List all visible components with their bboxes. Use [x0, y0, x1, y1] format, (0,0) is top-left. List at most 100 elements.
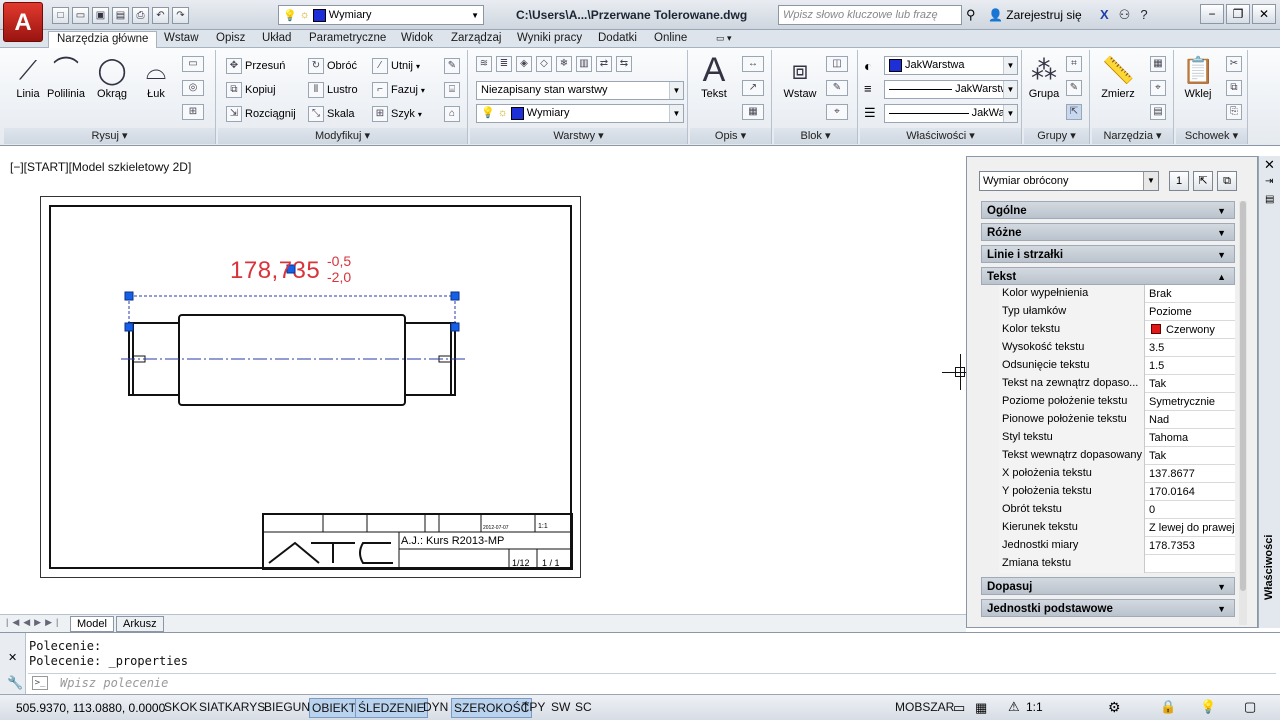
property-row[interactable]: Tekst na zewnątrz dopaso... Tak [999, 375, 1235, 393]
property-row[interactable]: Typ ułamków Poziome [999, 303, 1235, 321]
clean-screen-icon[interactable]: ▢ [1244, 699, 1256, 715]
property-value[interactable]: 3.5 [1147, 339, 1235, 357]
close-button[interactable]: ✕ [1252, 4, 1276, 24]
property-row[interactable]: X położenia tekstu 137.8677 [999, 465, 1235, 483]
application-menu-button[interactable]: A [3, 2, 43, 42]
property-row[interactable]: Kierunek tekstu Z lewej do prawej [999, 519, 1235, 537]
property-value[interactable]: Z lewej do prawej [1147, 519, 1235, 537]
binoculars-icon[interactable]: ⚲ [966, 7, 976, 23]
layer-lock-icon[interactable]: ▥ [576, 56, 592, 72]
status-toggle-siatkarys[interactable]: SIATKARYS [197, 698, 267, 718]
status-toggle-skok[interactable]: SKOK [162, 698, 199, 718]
redo-icon[interactable]: ↷ [172, 6, 189, 24]
property-row[interactable]: Zmiana tekstu [999, 555, 1235, 573]
undo-icon[interactable]: ↶ [152, 6, 169, 24]
pin-icon[interactable]: ⇥ [1265, 176, 1273, 187]
status-toggle-biegun[interactable]: BIEGUN [262, 698, 312, 718]
dimension-icon[interactable]: ↔ [742, 56, 764, 72]
trim-button[interactable]: ⁄ Utnij ▾ [372, 56, 420, 76]
copy-clip-icon[interactable]: ⧉ [1226, 80, 1242, 96]
print-icon[interactable]: ⎙ [132, 6, 149, 24]
tab-layout-sheet[interactable]: Arkusz [116, 616, 164, 632]
cut-icon[interactable]: ✂ [1226, 56, 1242, 72]
palette-menu-icon[interactable]: ▤ [1265, 194, 1274, 205]
dimension-text[interactable]: 178,735 [230, 257, 320, 285]
panel-modify-title[interactable]: Modyfikuj ▾ [218, 128, 467, 144]
property-value[interactable]: Czerwony [1147, 321, 1235, 339]
property-value[interactable]: 1.5 [1147, 357, 1235, 375]
layer-state-icon[interactable]: ≣ [496, 56, 512, 72]
tab-layout[interactable]: Układ [262, 31, 291, 48]
panel-block-title[interactable]: Blok ▾ [774, 128, 857, 144]
panel-annotate-title[interactable]: Opis ▾ [690, 128, 771, 144]
property-value[interactable]: Nad [1147, 411, 1235, 429]
quick-layer-combo[interactable]: 💡 ☼ Wymiary ▼ [278, 5, 484, 25]
tab-home[interactable]: Narzędzia główne [48, 31, 158, 48]
property-value[interactable]: 137.8677 [1147, 465, 1235, 483]
exchange-icon[interactable]: X [1100, 7, 1109, 23]
layer-match-icon[interactable]: ⇄ [596, 56, 612, 72]
tab-output[interactable]: Wyniki pracy [517, 31, 582, 48]
array-button[interactable]: ⊞ Szyk ▾ [372, 104, 422, 124]
quick-view-icon[interactable]: ▭ [953, 700, 965, 716]
erase-icon[interactable]: ✎ [444, 58, 460, 74]
calculator-icon[interactable]: ▤ [1150, 104, 1166, 120]
property-value[interactable]: Tak [1147, 375, 1235, 393]
ribbon-options-icon[interactable]: ▭ ▾ [716, 31, 732, 48]
mirror-button[interactable]: ⫴ Lustro [308, 80, 358, 100]
search-input[interactable]: Wpisz słowo kluczowe lub frazę [778, 5, 962, 25]
property-value[interactable]: 0 [1147, 501, 1235, 519]
property-row[interactable]: Tekst wewnątrz dopasowany Tak [999, 447, 1235, 465]
property-row[interactable]: Odsunięcie tekstu 1.5 [999, 357, 1235, 375]
workspace-icon[interactable]: ⚙ [1108, 699, 1121, 716]
group-edit-icon[interactable]: ✎ [1066, 80, 1082, 96]
tab-nav-arrows[interactable]: |◀◀▶▶| [6, 617, 62, 628]
table-icon[interactable]: ▦ [742, 104, 764, 120]
property-row[interactable]: Y położenia tekstu 170.0164 [999, 483, 1235, 501]
property-row[interactable]: Kolor wypełnienia Brak [999, 285, 1235, 303]
match-properties-icon[interactable]: ◐ [864, 58, 872, 74]
paste-button[interactable]: 📋 Wklej [1176, 54, 1220, 100]
tab-view[interactable]: Widok [401, 31, 433, 48]
panel-properties-title[interactable]: Właściwości ▾ [860, 128, 1021, 144]
rectangle-icon[interactable]: ▭ [182, 56, 204, 72]
help-icon[interactable]: ? [1140, 7, 1147, 23]
toggle-pickadd-button[interactable]: 1 [1169, 171, 1189, 191]
tab-insert[interactable]: Wstaw [164, 31, 199, 48]
move-button[interactable]: ✥ Przesuń [226, 56, 285, 76]
layer-walk-icon[interactable]: ⇆ [616, 56, 632, 72]
panel-clipboard-title[interactable]: Schowek ▾ [1176, 128, 1247, 144]
tab-online[interactable]: Online [654, 31, 687, 48]
id-point-icon[interactable]: ⌖ [1150, 80, 1166, 96]
property-row[interactable]: Jednostki miary 178.7353 [999, 537, 1235, 555]
property-value[interactable] [1147, 555, 1235, 573]
polyline-button[interactable]: ⌒ Polilinia [44, 54, 88, 100]
command-input[interactable]: >_ Wpisz polecenie [28, 673, 1276, 693]
layer-state-combo[interactable]: Niezapisany stan warstwy ▼ [476, 81, 684, 100]
property-value[interactable]: Poziome [1147, 303, 1235, 321]
property-row[interactable]: Kolor tekstu Czerwony [999, 321, 1235, 339]
property-value[interactable]: Symetrycznie [1147, 393, 1235, 411]
status-toggle-sw[interactable]: SW [549, 698, 572, 718]
rotate-button[interactable]: ↻ Obróć [308, 56, 357, 76]
offset-icon[interactable]: ⌂ [444, 106, 460, 122]
scrollbar-thumb[interactable] [1240, 201, 1246, 591]
new-icon[interactable]: □ [52, 6, 69, 24]
maximize-button[interactable]: ❐ [1226, 4, 1250, 24]
category-general[interactable]: Ogólne ▼ [981, 201, 1235, 219]
sign-in-link[interactable]: 👤 Zarejestruj się [988, 8, 1082, 22]
copy-button[interactable]: ⧉ Kopiuj [226, 80, 276, 100]
close-icon[interactable]: ✕ [8, 651, 17, 664]
status-toggle-obiekt[interactable]: OBIEKT [309, 698, 360, 718]
copy-base-icon[interactable]: ⎘ [1226, 104, 1242, 120]
lineweight-icon[interactable]: ≡ [864, 81, 872, 96]
layer-isolate-icon[interactable]: ◇ [536, 56, 552, 72]
explode-icon[interactable]: ⌸ [444, 82, 460, 98]
measure-button[interactable]: 📏 Zmierz [1096, 54, 1140, 100]
property-value[interactable]: 170.0164 [1147, 483, 1235, 501]
lineweight-combo[interactable]: JakWar... ▼ [884, 104, 1018, 123]
category-primary-units[interactable]: Jednostki podstawowe ▼ [981, 599, 1235, 617]
properties-scrollbar[interactable] [1239, 201, 1247, 625]
select-objects-icon[interactable]: ⇱ [1193, 171, 1213, 191]
quickcalc-icon[interactable]: ▦ [1150, 56, 1166, 72]
